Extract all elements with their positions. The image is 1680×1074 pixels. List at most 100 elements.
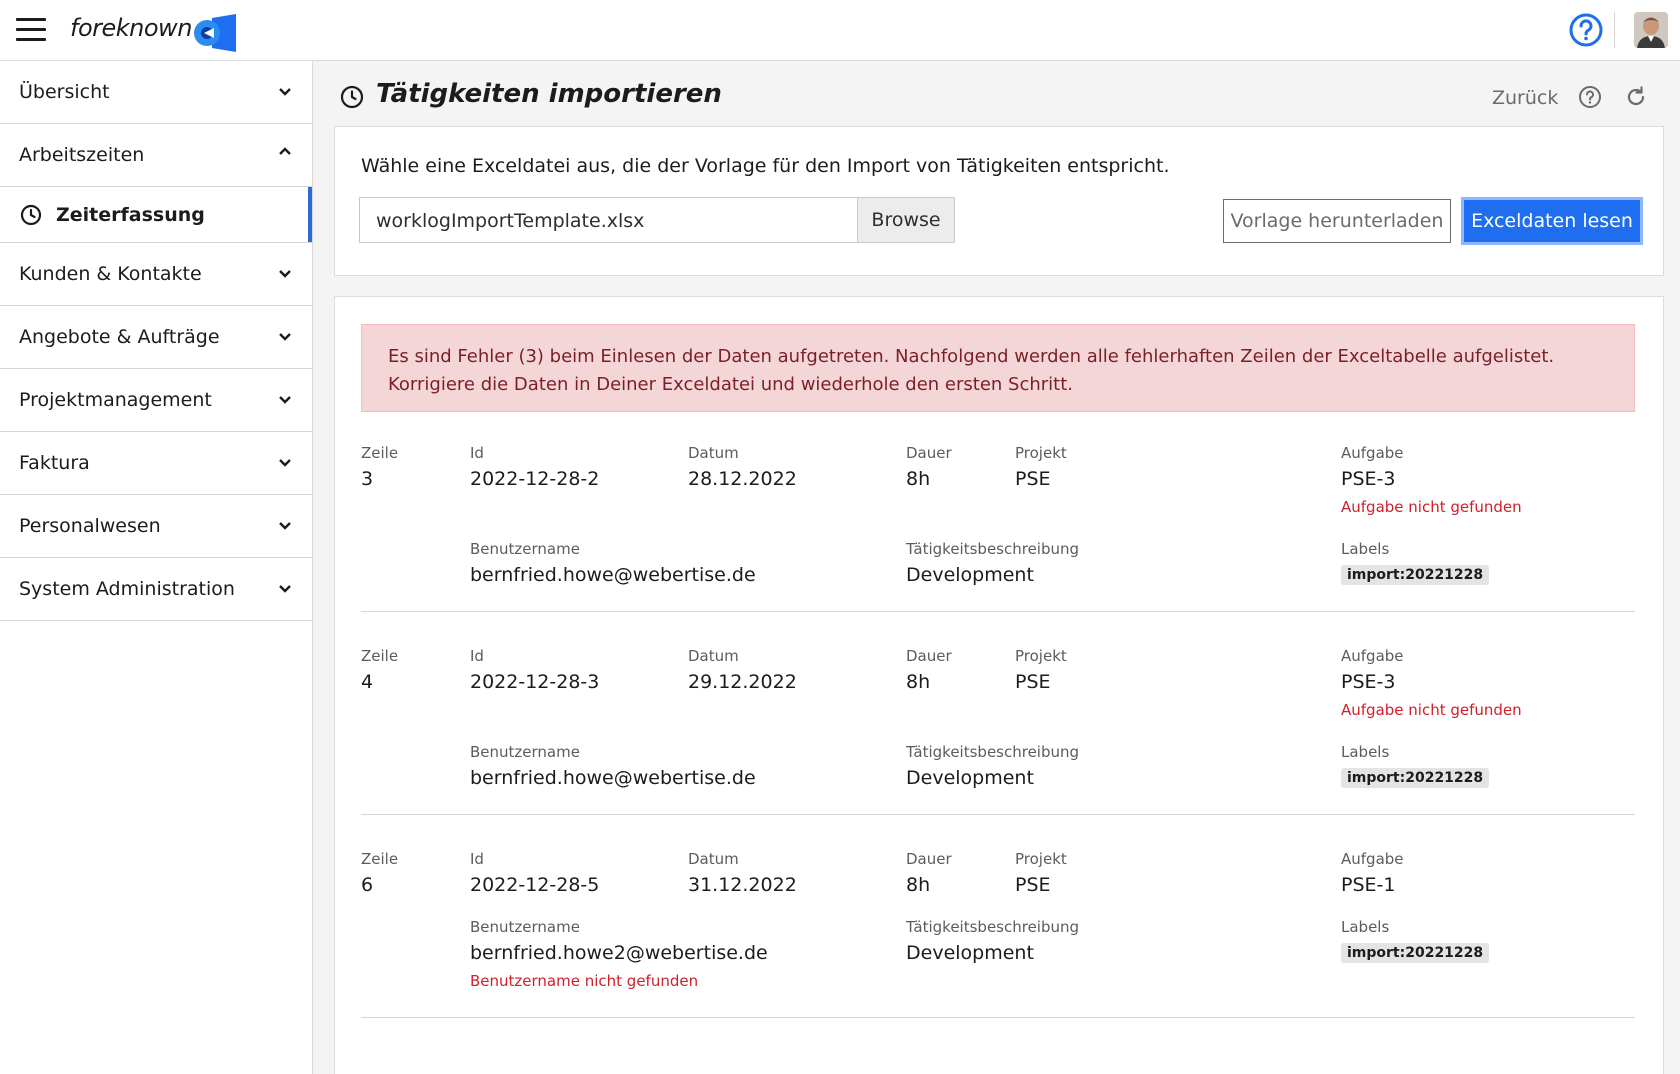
- browse-button[interactable]: Browse: [857, 197, 955, 243]
- sidebar-item-label: Angebote & Aufträge: [19, 326, 220, 348]
- error-row: Zeile 6 Id 2022-12-28-5 Datum 31.12.2022…: [361, 838, 1635, 1018]
- sidebar-item-faktura[interactable]: Faktura: [0, 432, 312, 495]
- field-error: Benutzername nicht gefunden: [470, 972, 699, 990]
- field-label: Aufgabe: [1341, 647, 1404, 665]
- field-labels: Labels import:20221228: [1341, 918, 1490, 963]
- sidebar-item-system-administration[interactable]: System Administration: [0, 558, 312, 621]
- help-icon[interactable]: [1578, 85, 1602, 109]
- field-value: Development: [906, 767, 1034, 789]
- field-benutzername: Benutzername bernfried.howe@webertise.de: [470, 540, 756, 586]
- field-error: Aufgabe nicht gefunden: [1341, 701, 1522, 719]
- field-value: PSE-1: [1341, 874, 1396, 896]
- label-tag: import:20221228: [1341, 768, 1490, 788]
- field-label: Zeile: [361, 444, 399, 462]
- top-divider: [1614, 12, 1615, 48]
- field-value: 28.12.2022: [688, 468, 797, 490]
- field-value: 31.12.2022: [688, 874, 797, 896]
- field-label: Labels: [1341, 743, 1390, 761]
- logo-mark-icon: [194, 14, 236, 52]
- sidebar-subitem-zeiterfassung[interactable]: Zeiterfassung: [0, 187, 312, 243]
- field-value: 8h: [906, 468, 931, 490]
- sidebar-item-label: Projektmanagement: [19, 389, 212, 411]
- sidebar-subitem-label: Zeiterfassung: [56, 204, 205, 226]
- chevron-down-icon: [279, 88, 291, 96]
- field-label: Zeile: [361, 850, 399, 868]
- field-label: Id: [470, 647, 484, 665]
- field-label: Dauer: [906, 850, 952, 868]
- field-labels: Labels import:20221228: [1341, 743, 1490, 788]
- chevron-down-icon: [279, 333, 291, 341]
- field-id: Id 2022-12-28-3: [470, 647, 599, 693]
- field-value: 2022-12-28-3: [470, 671, 600, 693]
- chevron-down-icon: [279, 459, 291, 467]
- field-label: Projekt: [1015, 850, 1067, 868]
- chevron-down-icon: [279, 396, 291, 404]
- field-datum: Datum 31.12.2022: [688, 850, 797, 896]
- field-label: Aufgabe: [1341, 444, 1404, 462]
- back-link[interactable]: Zurück: [1492, 87, 1558, 109]
- field-value: PSE: [1015, 671, 1051, 693]
- field-label: Id: [470, 444, 484, 462]
- hamburger-menu-icon[interactable]: [16, 18, 46, 42]
- clock-icon: [340, 85, 364, 109]
- field-value: PSE-3: [1341, 671, 1396, 693]
- file-input[interactable]: worklogImportTemplate.xlsx: [359, 197, 879, 243]
- field-beschreibung: Tätigkeitsbeschreibung Development: [906, 743, 1079, 789]
- error-alert: Es sind Fehler (3) beim Einlesen der Dat…: [361, 324, 1635, 412]
- field-label: Datum: [688, 444, 739, 462]
- field-value: bernfried.howe2@webertise.de: [470, 942, 768, 964]
- upload-hint: Wähle eine Exceldatei aus, die der Vorla…: [361, 155, 1170, 177]
- field-value: 6: [361, 874, 374, 896]
- field-label: Benutzername: [470, 540, 580, 558]
- field-projekt: Projekt PSE: [1015, 850, 1067, 896]
- refresh-icon[interactable]: [1624, 85, 1648, 109]
- help-icon[interactable]: [1568, 12, 1604, 48]
- error-row: Zeile 4 Id 2022-12-28-3 Datum 29.12.2022…: [361, 635, 1635, 815]
- sidebar-item-angebote-auftraege[interactable]: Angebote & Aufträge: [0, 306, 312, 369]
- field-label: Projekt: [1015, 444, 1067, 462]
- sidebar-item-label: Kunden & Kontakte: [19, 263, 202, 285]
- sidebar-item-uebersicht[interactable]: Übersicht: [0, 61, 312, 124]
- field-zeile: Zeile 6: [361, 850, 398, 896]
- field-datum: Datum 28.12.2022: [688, 444, 797, 490]
- field-value: 2022-12-28-5: [470, 874, 600, 896]
- field-error: Aufgabe nicht gefunden: [1341, 498, 1522, 516]
- field-value: Development: [906, 564, 1034, 586]
- logo-text: foreknown: [70, 14, 192, 42]
- sidebar-item-label: Übersicht: [19, 81, 110, 103]
- sidebar: Übersicht Arbeitszeiten Zeiterfassung Ku…: [0, 61, 313, 1074]
- field-beschreibung: Tätigkeitsbeschreibung Development: [906, 918, 1079, 964]
- field-label: Dauer: [906, 444, 952, 462]
- sidebar-item-label: System Administration: [19, 578, 235, 600]
- field-value: PSE-3: [1341, 468, 1396, 490]
- field-id: Id 2022-12-28-5: [470, 850, 599, 896]
- field-datum: Datum 29.12.2022: [688, 647, 797, 693]
- field-value: 3: [361, 468, 374, 490]
- read-excel-button[interactable]: Exceldaten lesen: [1461, 197, 1643, 245]
- chevron-down-icon: [279, 522, 291, 530]
- sidebar-item-arbeitszeiten[interactable]: Arbeitszeiten: [0, 124, 312, 187]
- top-bar: foreknown: [0, 0, 1680, 61]
- field-value: PSE: [1015, 468, 1051, 490]
- field-label: Datum: [688, 647, 739, 665]
- sidebar-item-personalwesen[interactable]: Personalwesen: [0, 495, 312, 558]
- results-card: Es sind Fehler (3) beim Einlesen der Dat…: [334, 296, 1664, 1074]
- field-benutzername: Benutzername bernfried.howe2@webertise.d…: [470, 918, 768, 990]
- sidebar-item-projektmanagement[interactable]: Projektmanagement: [0, 369, 312, 432]
- sidebar-item-label: Arbeitszeiten: [19, 144, 145, 166]
- label-tag: import:20221228: [1341, 565, 1490, 585]
- field-label: Benutzername: [470, 918, 580, 936]
- sidebar-item-label: Personalwesen: [19, 515, 161, 537]
- upload-card: Wähle eine Exceldatei aus, die der Vorla…: [334, 126, 1664, 276]
- sidebar-item-kunden-kontakte[interactable]: Kunden & Kontakte: [0, 243, 312, 306]
- download-template-button[interactable]: Vorlage herunterladen: [1223, 199, 1451, 243]
- field-label: Labels: [1341, 918, 1390, 936]
- field-dauer: Dauer 8h: [906, 444, 952, 490]
- field-value: 8h: [906, 671, 931, 693]
- field-label: Aufgabe: [1341, 850, 1404, 868]
- field-label: Tätigkeitsbeschreibung: [906, 540, 1080, 558]
- field-value: 4: [361, 671, 374, 693]
- field-value: bernfried.howe@webertise.de: [470, 564, 756, 586]
- field-zeile: Zeile 3: [361, 444, 398, 490]
- user-avatar[interactable]: [1634, 12, 1668, 48]
